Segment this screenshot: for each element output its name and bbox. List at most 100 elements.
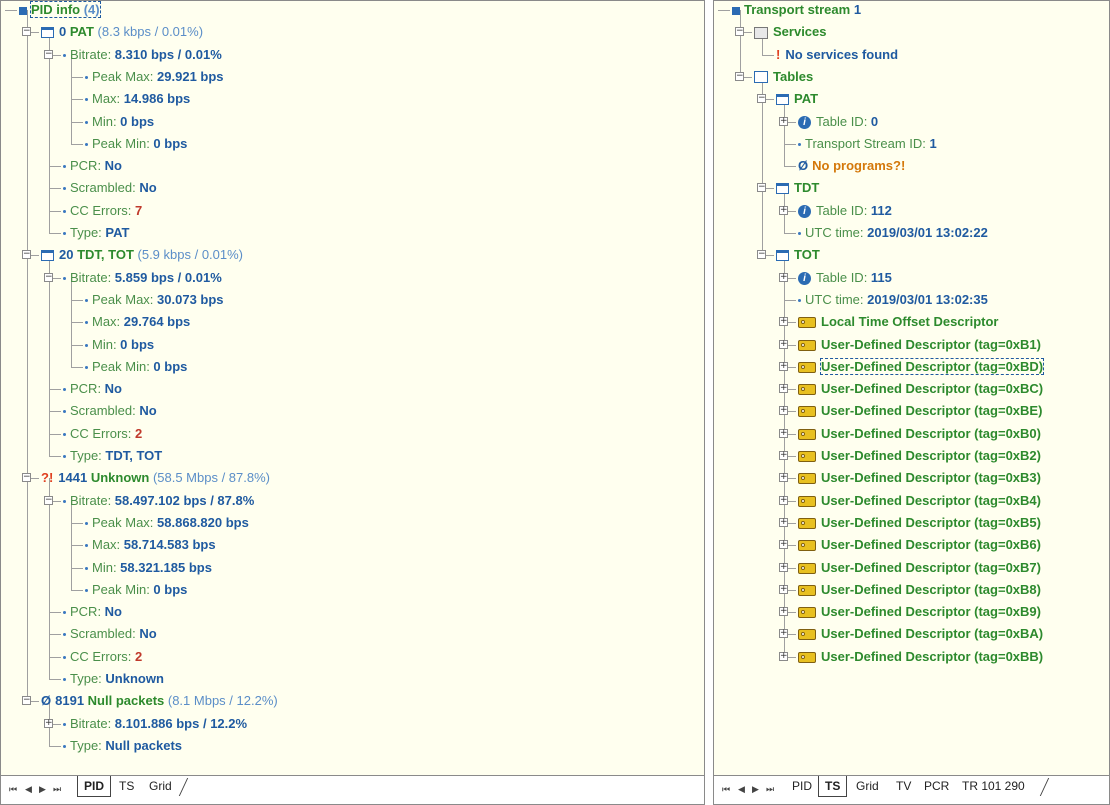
min-node[interactable]: Min: 0 bps bbox=[85, 111, 154, 133]
expander-plus-icon[interactable]: + bbox=[779, 317, 788, 327]
last-page-icon[interactable]: ⏭ bbox=[766, 784, 774, 795]
descriptor-node[interactable]: User-Defined Descriptor (tag=0xB8) bbox=[798, 579, 1041, 601]
descriptor-node[interactable]: Local Time Offset Descriptor bbox=[798, 311, 998, 333]
peak-min-node[interactable]: Peak Min: 0 bps bbox=[85, 356, 187, 378]
expander-plus-icon[interactable]: + bbox=[779, 473, 788, 483]
cc-errors-node[interactable]: CC Errors: 2 bbox=[63, 423, 142, 445]
expander-plus-icon[interactable]: + bbox=[44, 718, 53, 728]
table-id-node[interactable]: i Table ID: 112 bbox=[798, 200, 892, 222]
tab-ts[interactable]: TS bbox=[113, 776, 140, 796]
tab-grid[interactable]: Grid bbox=[850, 776, 885, 796]
type-node[interactable]: Type: TDT, TOT bbox=[63, 445, 162, 467]
descriptor-node[interactable]: User-Defined Descriptor (tag=0xBC) bbox=[798, 378, 1043, 400]
no-programs-node[interactable]: Ø No programs?! bbox=[798, 155, 905, 177]
scrambled-node[interactable]: Scrambled: No bbox=[63, 623, 157, 645]
table-id-node[interactable]: i Table ID: 0 bbox=[798, 111, 878, 133]
expander-plus-icon[interactable]: + bbox=[779, 428, 788, 438]
pcr-node[interactable]: PCR: No bbox=[63, 378, 122, 400]
peak-max-node[interactable]: Peak Max: 58.868.820 bps bbox=[85, 512, 249, 534]
expander-minus-icon[interactable]: − bbox=[757, 250, 766, 260]
expander-minus-icon[interactable]: − bbox=[735, 71, 744, 81]
cc-errors-node[interactable]: CC Errors: 7 bbox=[63, 200, 142, 222]
descriptor-node[interactable]: User-Defined Descriptor (tag=0xB4) bbox=[798, 490, 1041, 512]
peak-max-node[interactable]: Peak Max: 29.921 bps bbox=[85, 66, 224, 88]
expander-plus-icon[interactable]: + bbox=[779, 116, 788, 126]
panel-splitter[interactable] bbox=[705, 0, 713, 805]
descriptor-node[interactable]: User-Defined Descriptor (tag=0xBD) bbox=[798, 356, 1045, 378]
min-node[interactable]: Min: 0 bps bbox=[85, 334, 154, 356]
min-node[interactable]: Min: 58.321.185 bps bbox=[85, 557, 212, 579]
expander-plus-icon[interactable]: + bbox=[779, 629, 788, 639]
ts-tree[interactable]: Transport stream 1 Services −! No services … bbox=[714, 1, 1109, 776]
pid-tree[interactable]: PID info (4) 0 PAT (8.3 kbps / 0.01%) − Bit… bbox=[1, 1, 704, 776]
max-node[interactable]: Max: 14.986 bps bbox=[85, 88, 190, 110]
expander-plus-icon[interactable]: + bbox=[779, 495, 788, 505]
expander-plus-icon[interactable]: + bbox=[779, 607, 788, 617]
pcr-node[interactable]: PCR: No bbox=[63, 155, 122, 177]
expander-minus-icon[interactable]: − bbox=[44, 49, 53, 59]
pid-info-root[interactable]: PID info (4) bbox=[19, 1, 101, 21]
pid-node[interactable]: ?! 1441 Unknown (58.5 Mbps / 87.8%) bbox=[41, 467, 270, 489]
bitrate-node[interactable]: Bitrate: 58.497.102 bps / 87.8% bbox=[63, 490, 254, 512]
first-page-icon[interactable]: ⏮ bbox=[9, 784, 17, 795]
utc-time-node[interactable]: UTC time: 2019/03/01 13:02:35 bbox=[798, 289, 988, 311]
expander-minus-icon[interactable]: − bbox=[44, 272, 53, 282]
prev-page-icon[interactable]: ◀ bbox=[25, 784, 32, 795]
descriptor-node[interactable]: User-Defined Descriptor (tag=0xBA) bbox=[798, 623, 1043, 645]
tables-node[interactable]: Tables bbox=[754, 66, 813, 88]
pcr-node[interactable]: PCR: No bbox=[63, 601, 122, 623]
descriptor-node[interactable]: User-Defined Descriptor (tag=0xBB) bbox=[798, 646, 1043, 668]
descriptor-node[interactable]: User-Defined Descriptor (tag=0xB9) bbox=[798, 601, 1041, 623]
pid-node[interactable]: Ø 8191 Null packets (8.1 Mbps / 12.2%) bbox=[41, 690, 278, 712]
tdt-node[interactable]: TDT bbox=[776, 177, 819, 199]
tab-grid[interactable]: Grid bbox=[143, 776, 178, 796]
type-node[interactable]: Type: PAT bbox=[63, 222, 130, 244]
expander-plus-icon[interactable]: + bbox=[779, 339, 788, 349]
descriptor-node[interactable]: User-Defined Descriptor (tag=0xB6) bbox=[798, 534, 1041, 556]
descriptor-node[interactable]: User-Defined Descriptor (tag=0xB3) bbox=[798, 467, 1041, 489]
tot-node[interactable]: TOT bbox=[776, 244, 820, 266]
next-page-icon[interactable]: ▶ bbox=[752, 784, 759, 795]
expander-plus-icon[interactable]: + bbox=[779, 562, 788, 572]
tab-pcr[interactable]: PCR bbox=[918, 776, 955, 796]
first-page-icon[interactable]: ⏮ bbox=[722, 784, 730, 795]
expander-minus-icon[interactable]: − bbox=[757, 94, 766, 104]
expander-minus-icon[interactable]: − bbox=[735, 27, 744, 37]
utc-time-node[interactable]: UTC time: 2019/03/01 13:02:22 bbox=[798, 222, 988, 244]
max-node[interactable]: Max: 58.714.583 bps bbox=[85, 534, 216, 556]
expander-plus-icon[interactable]: + bbox=[779, 517, 788, 527]
pat-node[interactable]: PAT bbox=[776, 88, 818, 110]
expander-minus-icon[interactable]: − bbox=[757, 183, 766, 193]
descriptor-node[interactable]: User-Defined Descriptor (tag=0xB0) bbox=[798, 423, 1041, 445]
ts-id-node[interactable]: Transport Stream ID: 1 bbox=[798, 133, 937, 155]
expander-plus-icon[interactable]: + bbox=[779, 651, 788, 661]
expander-plus-icon[interactable]: + bbox=[779, 361, 788, 371]
no-services-node[interactable]: ! No services found bbox=[776, 44, 898, 66]
expander-plus-icon[interactable]: + bbox=[779, 205, 788, 215]
descriptor-node[interactable]: User-Defined Descriptor (tag=0xB2) bbox=[798, 445, 1041, 467]
bitrate-node[interactable]: Bitrate: 8.101.886 bps / 12.2% bbox=[63, 713, 247, 735]
expander-plus-icon[interactable]: + bbox=[779, 384, 788, 394]
scrambled-node[interactable]: Scrambled: No bbox=[63, 400, 157, 422]
bitrate-node[interactable]: Bitrate: 5.859 bps / 0.01% bbox=[63, 267, 222, 289]
expander-plus-icon[interactable]: + bbox=[779, 406, 788, 416]
descriptor-node[interactable]: User-Defined Descriptor (tag=0xB1) bbox=[798, 334, 1041, 356]
tab-ts[interactable]: TS bbox=[818, 776, 848, 797]
peak-max-node[interactable]: Peak Max: 30.073 bps bbox=[85, 289, 224, 311]
peak-min-node[interactable]: Peak Min: 0 bps bbox=[85, 579, 187, 601]
tab-tv[interactable]: TV bbox=[890, 776, 917, 796]
bitrate-node[interactable]: Bitrate: 8.310 bps / 0.01% bbox=[63, 44, 222, 66]
pid-node[interactable]: 20 TDT, TOT (5.9 kbps / 0.01%) bbox=[41, 244, 243, 266]
table-id-node[interactable]: i Table ID: 115 bbox=[798, 267, 892, 289]
expander-minus-icon[interactable]: − bbox=[22, 27, 31, 37]
expander-plus-icon[interactable]: + bbox=[779, 540, 788, 550]
expander-minus-icon[interactable]: − bbox=[22, 250, 31, 260]
prev-page-icon[interactable]: ◀ bbox=[738, 784, 745, 795]
cc-errors-node[interactable]: CC Errors: 2 bbox=[63, 646, 142, 668]
expander-plus-icon[interactable]: + bbox=[779, 584, 788, 594]
descriptor-node[interactable]: User-Defined Descriptor (tag=0xB7) bbox=[798, 557, 1041, 579]
last-page-icon[interactable]: ⏭ bbox=[53, 784, 61, 795]
descriptor-node[interactable]: User-Defined Descriptor (tag=0xBE) bbox=[798, 400, 1042, 422]
transport-stream-root[interactable]: Transport stream 1 bbox=[732, 1, 861, 21]
expander-minus-icon[interactable]: − bbox=[44, 495, 53, 505]
